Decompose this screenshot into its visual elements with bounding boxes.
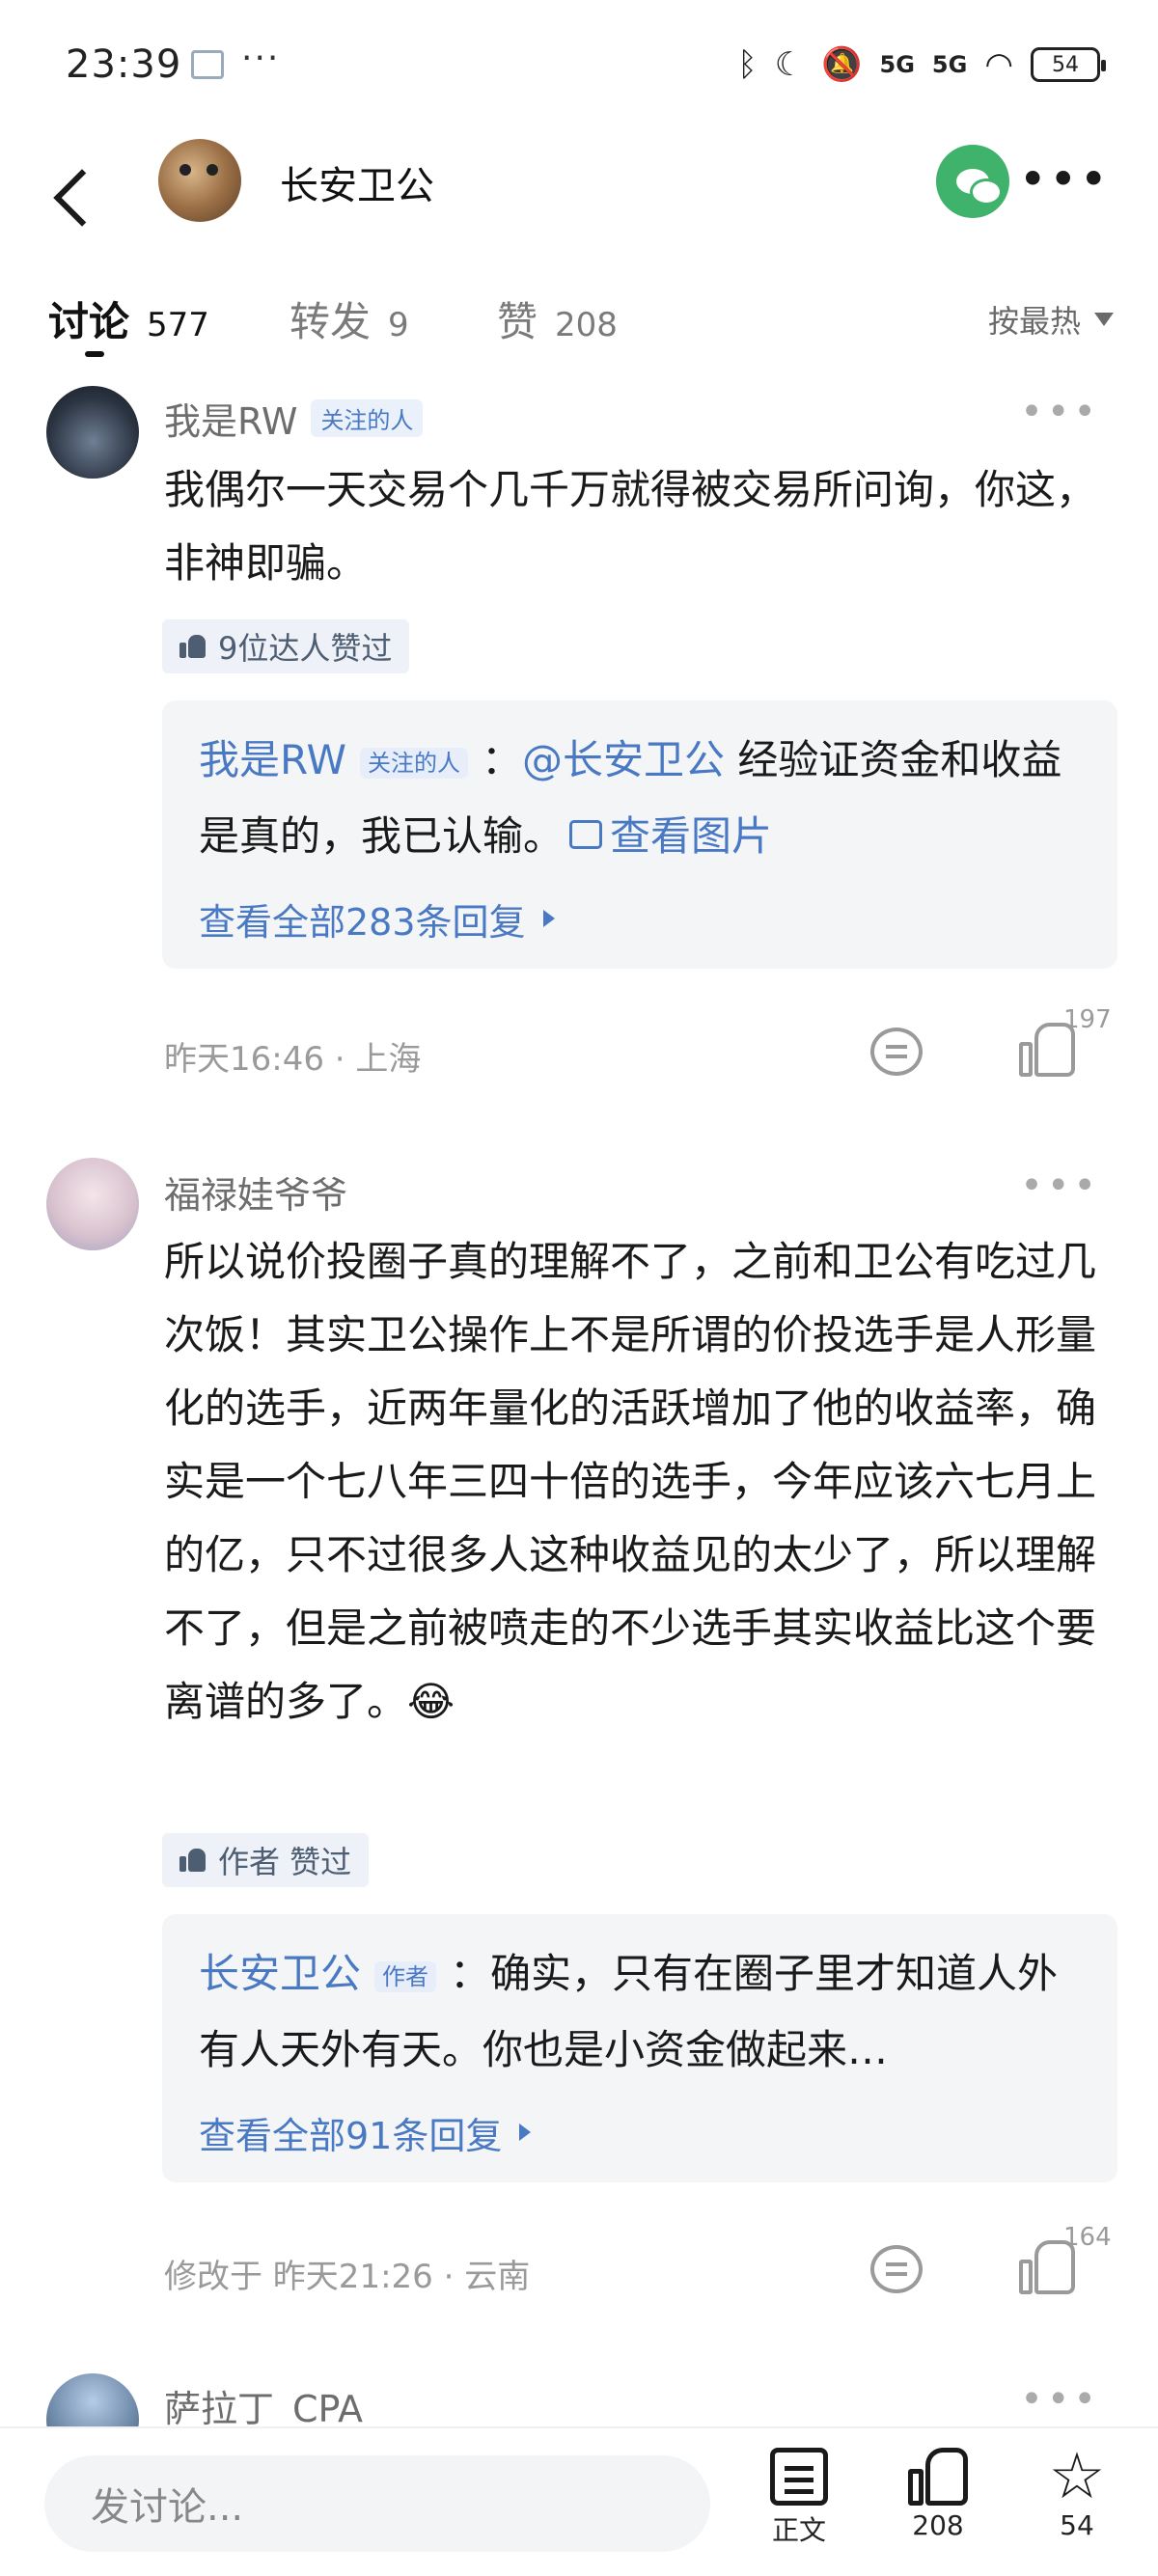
comment-username[interactable]: 福禄娃爷爷 xyxy=(164,1165,347,1219)
view-image-link[interactable]: 查看图片 xyxy=(610,812,772,860)
view-all-label: 查看全部283条回复 xyxy=(199,900,526,944)
comment-meta: 修改于 昨天21:26 · 云南 xyxy=(164,2258,531,2296)
tab-bar: 讨论 577 转发 9 赞 208 按最热 xyxy=(0,280,1158,367)
sort-label: 按最热 xyxy=(987,303,1081,340)
reply-icon[interactable] xyxy=(870,1028,923,1076)
like-count: 208 xyxy=(912,2509,964,2541)
comment-more-icon[interactable]: ••• xyxy=(1020,390,1100,434)
comment-more-icon[interactable]: ••• xyxy=(1020,1164,1100,1208)
status-time: 23:39 xyxy=(66,42,182,87)
moon-icon: ☾ xyxy=(774,45,805,84)
reply-line: 我是RW 关注的人 ：@长安卫公 经验证资金和收益是真的，我已认输。 查看图片 xyxy=(199,724,1081,873)
avatar[interactable] xyxy=(158,139,241,222)
article-button[interactable]: 正文 xyxy=(751,2448,847,2548)
comment-input[interactable]: 发讨论... xyxy=(44,2455,710,2552)
reply-line: 长安卫公 作者 ：确实，只有在圈子里才知道人外有人天外有天。你也是小资金做起来… xyxy=(199,1937,1081,2087)
likers-text: 作者 赞过 xyxy=(218,1844,352,1880)
tab-count: 208 xyxy=(555,306,618,344)
star-icon: ☆ xyxy=(1048,2439,1106,2513)
follow-badge: 关注的人 xyxy=(360,747,469,779)
tab-discussion[interactable]: 讨论 577 xyxy=(48,289,209,348)
comment-username[interactable]: 萨拉丁_CPA xyxy=(164,2379,363,2432)
comment-text: 我偶尔一天交易个几千万就得被交易所问询，你这，非神即骗。 xyxy=(164,466,1097,587)
comment-text: 所以说价投圈子真的理解不了，之前和卫公有吃过几次饭！其实卫公操作上不是所谓的价投… xyxy=(164,1238,1097,1725)
back-arrow-icon[interactable] xyxy=(46,164,104,233)
wifi-icon: ◠ xyxy=(984,45,1013,84)
signal-icon: 5G xyxy=(879,51,915,78)
likers-text: 9位达人赞过 xyxy=(218,630,393,667)
view-all-replies-link[interactable]: 查看全部91条回复 xyxy=(199,2106,1081,2159)
thumbs-up-icon xyxy=(179,635,207,658)
tab-count: 577 xyxy=(147,306,209,344)
reply-username[interactable]: 我是RW xyxy=(199,736,346,783)
chevron-right-icon xyxy=(519,2124,532,2141)
likers-badge[interactable]: 作者 赞过 xyxy=(162,1833,370,1887)
view-all-replies-link[interactable]: 查看全部283条回复 xyxy=(199,892,1081,945)
reply-preview[interactable]: 我是RW 关注的人 ：@长安卫公 经验证资金和收益是真的，我已认输。 查看图片 查看全… xyxy=(162,700,1117,969)
reply-preview[interactable]: 长安卫公 作者 ：确实，只有在圈子里才知道人外有人天外有天。你也是小资金做起来… 查… xyxy=(162,1914,1117,2182)
status-more-dots: ··· xyxy=(241,39,281,78)
comment-meta: 昨天16:46 · 上海 xyxy=(164,1040,422,1079)
battery-icon: 54 xyxy=(1031,47,1106,82)
tab-label: 转发 xyxy=(290,298,372,345)
signal-icon-2: 5G xyxy=(931,51,968,78)
avatar[interactable] xyxy=(46,386,139,479)
reply-username[interactable]: 长安卫公 xyxy=(199,1950,361,1997)
tab-label: 赞 xyxy=(497,298,538,345)
chevron-down-icon xyxy=(1094,313,1114,326)
author-badge: 作者 xyxy=(374,1960,437,1992)
comment-username[interactable]: 我是RW xyxy=(164,392,297,445)
avatar[interactable] xyxy=(46,1158,139,1250)
tab-count: 9 xyxy=(388,306,409,344)
thumbs-up-icon xyxy=(908,2448,968,2506)
bluetooth-icon: ᛒ xyxy=(737,45,758,84)
page-title[interactable]: 长安卫公 xyxy=(280,154,434,210)
more-icon[interactable]: ••• xyxy=(1019,155,1110,204)
status-icons: ᛒ ☾ 🔕 5G 5G ◠ 54 xyxy=(737,41,1106,89)
wechat-icon[interactable] xyxy=(936,145,1009,218)
bottom-bar: 发讨论... 正文 208 ☆ 54 xyxy=(0,2426,1158,2576)
like-count: 197 xyxy=(1063,1005,1112,1034)
tab-label: 讨论 xyxy=(48,298,130,345)
image-icon xyxy=(569,820,603,849)
tab-likes[interactable]: 赞 208 xyxy=(497,289,618,348)
comment-more-icon[interactable]: ••• xyxy=(1020,2377,1100,2422)
tab-repost[interactable]: 转发 9 xyxy=(290,289,409,348)
mute-icon: 🔕 xyxy=(821,45,863,84)
comment-input-placeholder: 发讨论... xyxy=(91,2485,244,2530)
book-icon xyxy=(191,50,224,79)
chevron-right-icon xyxy=(542,910,555,927)
thumbs-up-icon xyxy=(179,1849,207,1872)
sort-dropdown[interactable]: 按最热 xyxy=(988,297,1114,342)
favorite-count: 54 xyxy=(1060,2509,1094,2541)
document-icon xyxy=(770,2448,828,2506)
follow-badge: 关注的人 xyxy=(311,399,424,437)
reply-icon[interactable] xyxy=(870,2245,923,2293)
likers-badge[interactable]: 9位达人赞过 xyxy=(162,619,410,673)
tab-indicator xyxy=(85,351,104,357)
status-bar: 23:39 ··· ᛒ ☾ 🔕 5G 5G ◠ 54 xyxy=(0,0,1158,135)
like-count: 164 xyxy=(1063,2223,1112,2252)
like-button[interactable]: 208 xyxy=(890,2448,986,2541)
view-all-label: 查看全部91条回复 xyxy=(199,2114,503,2157)
article-label: 正文 xyxy=(771,2514,826,2546)
mention-link[interactable]: @长安卫公 xyxy=(522,736,725,783)
reply-colon: ： xyxy=(482,736,523,783)
favorite-button[interactable]: ☆ 54 xyxy=(1029,2439,1125,2542)
header: 长安卫公 ••• xyxy=(0,135,1158,280)
